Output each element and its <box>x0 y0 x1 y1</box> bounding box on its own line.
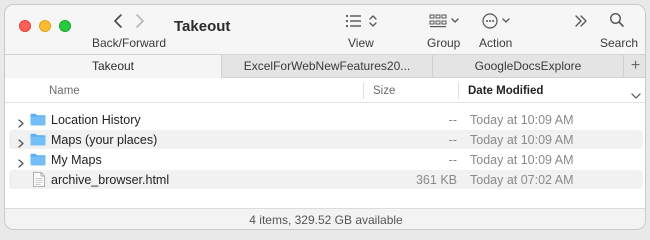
search-label: Search <box>600 36 639 50</box>
column-header-date-modified[interactable]: Date Modified <box>468 85 543 97</box>
tab-takeout[interactable]: Takeout <box>5 55 221 78</box>
ellipsis-circle-icon <box>482 13 510 29</box>
tab-bar: Takeout ExcelForWebNewFeatures20... Goog… <box>5 54 645 78</box>
tab-excel-for-web[interactable]: ExcelForWebNewFeatures20... <box>221 55 432 78</box>
list-item[interactable]: archive_browser.html 361 KB Today at 07:… <box>9 170 643 189</box>
new-tab-button[interactable]: + <box>623 55 645 78</box>
item-name: My Maps <box>51 153 102 167</box>
magnifier-icon <box>609 12 624 27</box>
chevron-right-icon <box>136 14 144 28</box>
column-divider[interactable] <box>363 83 364 99</box>
back-button[interactable] <box>111 13 125 29</box>
plus-icon: + <box>630 57 641 74</box>
folder-icon <box>30 153 46 171</box>
folder-icon <box>30 113 46 131</box>
item-date-modified: Today at 10:09 AM <box>470 113 574 127</box>
status-text: 4 items, 329.52 GB available <box>249 213 403 227</box>
forward-button[interactable] <box>133 13 147 29</box>
double-chevron-right-icon <box>575 15 587 27</box>
column-divider[interactable] <box>458 83 459 99</box>
zoom-window-button[interactable] <box>59 20 71 32</box>
window-title: Takeout <box>174 18 231 35</box>
item-name: archive_browser.html <box>51 173 170 187</box>
group-grid-icon <box>429 14 459 28</box>
close-window-button[interactable] <box>19 20 31 32</box>
list-item[interactable]: Maps (your places) -- Today at 10:09 AM <box>9 130 643 149</box>
item-date-modified: Today at 07:02 AM <box>470 173 574 187</box>
minimize-window-button[interactable] <box>39 20 51 32</box>
group-label: Group <box>427 36 461 50</box>
view-options-button[interactable] <box>345 13 379 34</box>
item-size: -- <box>448 113 457 127</box>
view-label: View <box>348 36 374 50</box>
item-name: Location History <box>51 113 141 127</box>
tab-google-docs-explore[interactable]: GoogleDocsExplore <box>432 55 623 78</box>
search-button[interactable] <box>609 12 625 33</box>
item-size: -- <box>448 153 457 167</box>
html-file-icon <box>33 172 45 192</box>
column-header-name[interactable]: Name <box>49 85 80 97</box>
list-view-icon <box>345 14 377 28</box>
action-label: Action <box>479 36 513 50</box>
folder-icon <box>30 133 46 151</box>
item-size: -- <box>448 133 457 147</box>
column-header-size[interactable]: Size <box>373 85 395 97</box>
list-item[interactable]: Location History -- Today at 10:09 AM <box>9 110 643 129</box>
group-button[interactable] <box>429 13 461 34</box>
item-date-modified: Today at 10:09 AM <box>470 153 574 167</box>
list-item[interactable]: My Maps -- Today at 10:09 AM <box>9 150 643 169</box>
status-bar: 4 items, 329.52 GB available <box>5 208 645 229</box>
finder-window: Back/Forward Takeout View Group Action S… <box>4 4 646 230</box>
back-forward-label: Back/Forward <box>92 36 167 50</box>
chevron-left-icon <box>114 14 122 28</box>
toolbar-overflow-button[interactable] <box>573 13 589 34</box>
item-size: 361 KB <box>415 173 457 187</box>
action-button[interactable] <box>481 12 513 35</box>
item-date-modified: Today at 10:09 AM <box>470 133 574 147</box>
column-header-row: Name Size Date Modified <box>5 79 645 105</box>
sort-chevron-down-icon[interactable] <box>631 87 641 105</box>
toolbar: Back/Forward Takeout View Group Action S… <box>5 5 645 54</box>
item-name: Maps (your places) <box>51 133 158 147</box>
